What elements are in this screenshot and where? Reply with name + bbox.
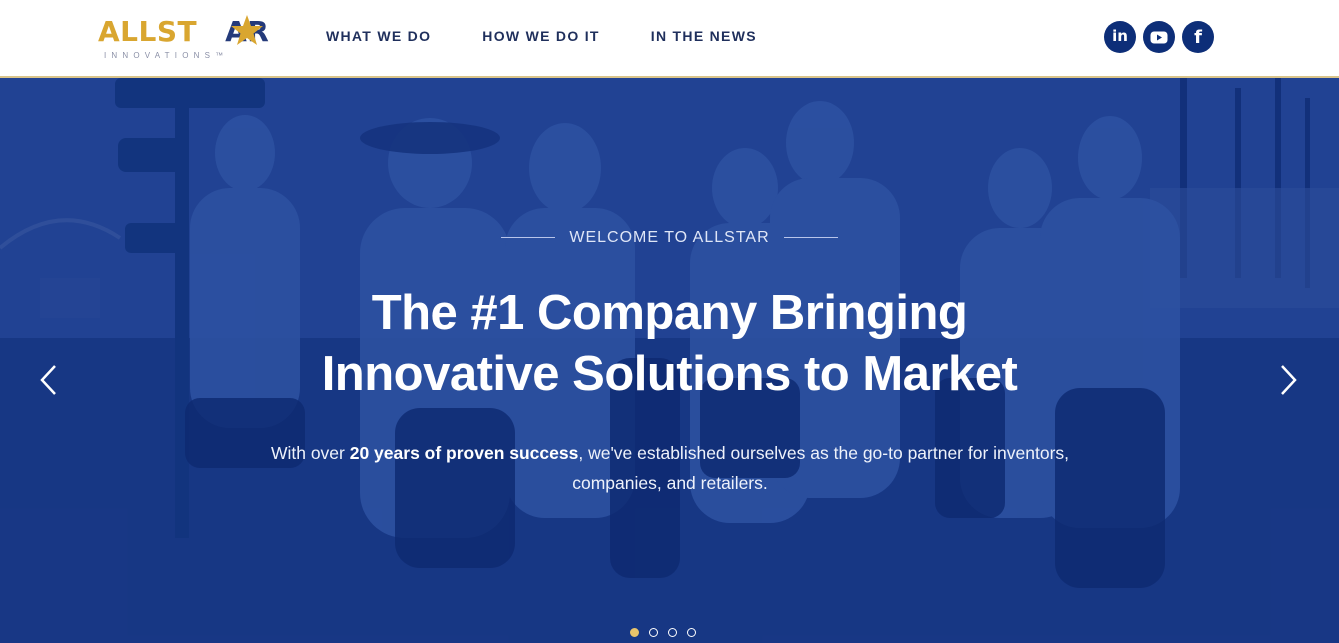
social-links: in f [1104,21,1221,53]
star-icon [231,15,263,45]
allstar-logo[interactable]: ALLSTAR INNOVATIONS™ [98,14,270,64]
hero-eyebrow: WELCOME TO ALLSTAR [0,229,1339,247]
site-header: ALLSTAR INNOVATIONS™ WHAT WE DO HOW WE D… [0,0,1339,78]
eyebrow-text: WELCOME TO ALLSTAR [569,229,770,246]
nav-what-we-do[interactable]: WHAT WE DO [326,28,431,44]
hero-subtext: With over 20 years of proven success, we… [270,438,1070,498]
facebook-glyph: f [1194,26,1202,48]
slide-dot-4[interactable] [687,628,696,637]
eyebrow-rule-right [783,237,838,239]
logo-subtitle: INNOVATIONS™ [104,51,229,60]
eyebrow-rule-left [501,237,556,239]
hero-headline: The #1 Company Bringing Innovative Solut… [0,283,1339,405]
slider-next-button[interactable] [1274,360,1304,400]
hero-slider: WELCOME TO ALLSTAR The #1 Company Bringi… [0,78,1339,643]
slider-prev-button[interactable] [33,360,63,400]
youtube-icon[interactable] [1143,21,1175,53]
slider-pagination [630,628,706,637]
slide-dot-3[interactable] [668,628,677,637]
subtext-rest: , we've established ourselves as the go-… [572,443,1070,493]
subtext-highlight: 20 years of proven success [349,443,579,463]
slide-dot-2[interactable] [649,628,658,637]
main-nav: WHAT WE DO HOW WE DO IT IN THE NEWS [326,28,808,44]
logo-text-gold: ALLST [98,15,198,48]
youtube-glyph [1150,31,1168,43]
linkedin-icon[interactable]: in [1104,21,1136,53]
facebook-icon[interactable]: f [1182,21,1214,53]
nav-how-we-do-it[interactable]: HOW WE DO IT [482,28,599,44]
slide-dot-1[interactable] [630,628,639,637]
subtext-intro: With over [270,443,350,463]
linkedin-glyph: in [1112,27,1128,45]
nav-in-the-news[interactable]: IN THE NEWS [651,28,757,44]
headline-line-1: The #1 Company Bringing [371,286,968,340]
chevron-left-icon [40,365,56,395]
chevron-right-icon [1281,365,1297,395]
headline-line-2: Innovative Solutions to Market [321,347,1018,401]
